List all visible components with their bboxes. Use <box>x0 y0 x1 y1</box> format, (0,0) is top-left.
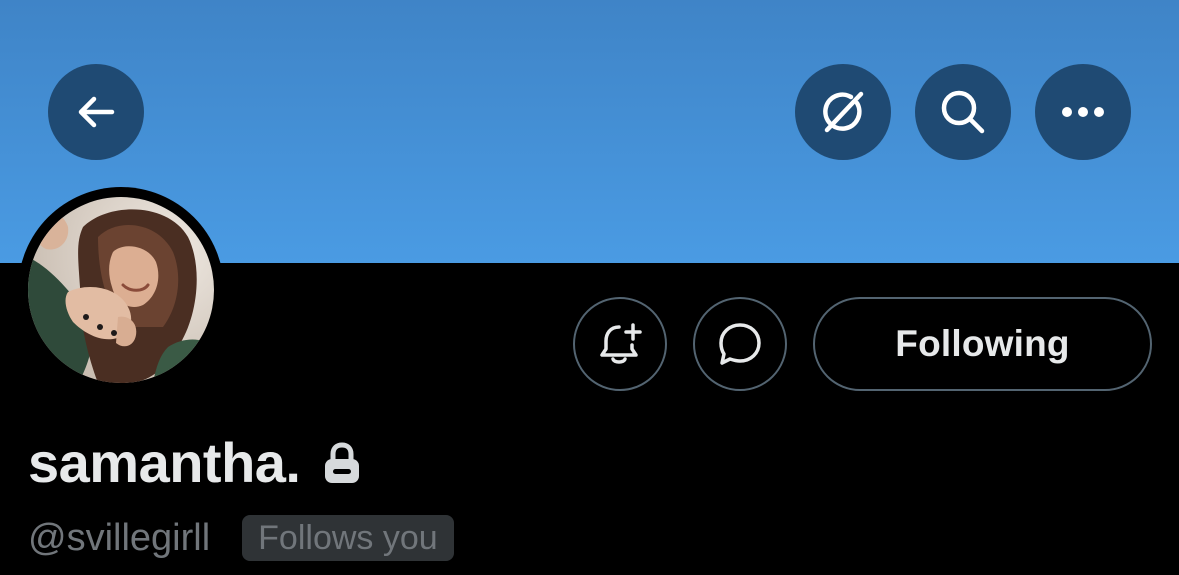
grok-button[interactable] <box>795 64 891 160</box>
follows-you-badge: Follows you <box>242 515 454 561</box>
bell-plus-icon <box>600 323 642 364</box>
arrow-left-icon <box>78 96 115 128</box>
following-label: Following <box>895 323 1070 364</box>
back-button[interactable] <box>48 64 144 160</box>
handle-row: @svillegirll Follows you <box>28 512 454 564</box>
ellipsis-icon <box>1062 107 1104 117</box>
search-icon <box>941 90 985 134</box>
display-name-row: samantha. <box>28 428 361 498</box>
username-handle: @svillegirll <box>28 517 211 559</box>
search-button[interactable] <box>915 64 1011 160</box>
profile-photo <box>28 197 214 383</box>
avatar[interactable] <box>28 197 214 383</box>
grok-icon <box>823 91 864 133</box>
following-button[interactable]: Following <box>813 297 1152 391</box>
display-name: samantha. <box>28 431 301 494</box>
lock-icon <box>323 442 361 484</box>
more-options-button[interactable] <box>1035 64 1131 160</box>
message-button[interactable] <box>693 297 787 391</box>
message-bubble-icon <box>719 323 761 365</box>
notifications-button[interactable] <box>573 297 667 391</box>
